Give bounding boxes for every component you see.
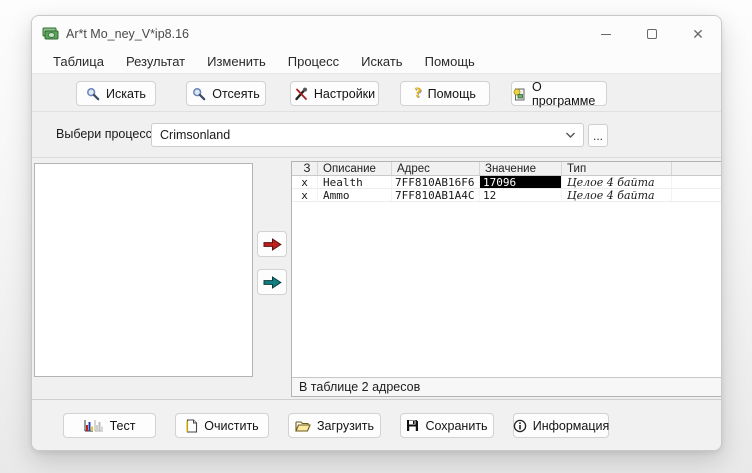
search-icon [87, 87, 100, 100]
save-button[interactable]: Сохранить [400, 413, 494, 438]
toolbar: Искать Отсеять Настройки ? Помощь О прог… [32, 74, 721, 112]
test-button[interactable]: Тест [63, 413, 156, 438]
minimize-button[interactable] [583, 16, 629, 52]
column-header-description[interactable]: Описание [318, 162, 392, 175]
chevron-down-icon [566, 132, 575, 138]
freeze-cell[interactable]: x [292, 176, 318, 188]
filter-search-icon [193, 87, 206, 100]
process-combobox-value: Crimsonland [160, 128, 231, 142]
search-button[interactable]: Искать [76, 81, 156, 106]
info-circle-icon [513, 419, 526, 432]
title-bar: Ar*t Mo_ney_V*ip8.16 ✕ [32, 16, 721, 52]
search-button-label: Искать [106, 86, 146, 101]
type-cell[interactable]: Целое 4 байта [562, 176, 672, 188]
floppy-disk-icon [407, 420, 419, 431]
process-browse-label: ... [592, 129, 603, 143]
about-button-label: О программе [532, 79, 596, 108]
tools-icon [295, 87, 307, 100]
about-icon [513, 88, 525, 100]
process-browse-button[interactable]: ... [588, 124, 608, 147]
menu-help[interactable]: Помощь [414, 52, 486, 73]
maximize-button[interactable] [629, 16, 675, 52]
minimize-icon [601, 33, 611, 35]
add-all-addresses-button[interactable] [257, 269, 287, 295]
table-header: З Описание Адрес Значение Тип [292, 162, 721, 176]
help-button[interactable]: ? Помощь [400, 81, 490, 106]
address-cell[interactable]: 7FF810AB1A4C [392, 189, 480, 201]
found-addresses-list[interactable] [34, 163, 253, 377]
settings-button-label: Настройки [313, 86, 376, 101]
close-button[interactable]: ✕ [675, 16, 721, 52]
close-icon: ✕ [692, 26, 704, 42]
menu-result[interactable]: Результат [115, 52, 196, 73]
menu-process[interactable]: Процесс [277, 52, 350, 73]
sieve-button-label: Отсеять [212, 86, 260, 101]
red-arrow-right-icon [263, 237, 282, 251]
menu-table[interactable]: Таблица [42, 52, 115, 73]
column-header-address[interactable]: Адрес [392, 162, 480, 175]
transfer-strip [253, 161, 291, 397]
add-address-button[interactable] [257, 231, 287, 257]
open-folder-icon [295, 421, 311, 432]
menu-edit[interactable]: Изменить [196, 52, 277, 73]
information-button-label: Информация [532, 418, 610, 433]
column-header-type[interactable]: Тип [562, 162, 672, 175]
main-area: З Описание Адрес Значение Тип x Health 7… [32, 158, 721, 399]
test-button-label: Тест [109, 418, 136, 433]
type-cell[interactable]: Целое 4 байта [562, 189, 672, 201]
process-label: Выбери процесс [56, 127, 152, 141]
clear-button-label: Очистить [204, 418, 259, 433]
app-window: Ar*t Mo_ney_V*ip8.16 ✕ Таблица Результат… [31, 15, 722, 451]
table-row[interactable]: x Health 7FF810AB16F6 17096 Целое 4 байт… [292, 176, 721, 189]
load-button[interactable]: Загрузить [288, 413, 381, 438]
column-header-value[interactable]: Значение [480, 162, 562, 175]
question-icon: ? [414, 85, 422, 101]
money-bills-icon [42, 27, 59, 39]
teal-arrow-right-icon [263, 275, 282, 289]
description-cell[interactable]: Ammo [318, 189, 392, 201]
bar-chart-icon [84, 420, 103, 432]
table-row[interactable]: x Ammo 7FF810AB1A4C 12 Целое 4 байта [292, 189, 721, 202]
table-status-text: В таблице 2 адресов [299, 380, 421, 394]
table-status-bar: В таблице 2 адресов [292, 377, 721, 396]
address-cell[interactable]: 7FF810AB16F6 [392, 176, 480, 188]
freeze-cell[interactable]: x [292, 189, 318, 201]
process-row: Выбери процесс Crimsonland ... [32, 112, 721, 158]
maximize-icon [647, 29, 657, 39]
column-header-freeze[interactable]: З [292, 162, 318, 175]
help-button-label: Помощь [427, 86, 476, 101]
menu-bar: Таблица Результат Изменить Процесс Искат… [32, 52, 721, 74]
information-button[interactable]: Информация [513, 413, 609, 438]
about-button[interactable]: О программе [511, 79, 607, 108]
load-button-label: Загрузить [316, 418, 375, 433]
sieve-button[interactable]: Отсеять [186, 81, 266, 106]
new-page-icon [186, 418, 198, 433]
cheat-table: З Описание Адрес Значение Тип x Health 7… [292, 162, 721, 202]
description-cell[interactable]: Health [318, 176, 392, 188]
cheat-table-panel: З Описание Адрес Значение Тип x Health 7… [291, 161, 721, 397]
window-title: Ar*t Mo_ney_V*ip8.16 [66, 27, 189, 41]
settings-button[interactable]: Настройки [290, 81, 379, 106]
bottom-bar: Тест Очистить Загрузить Сохранить Информ… [32, 399, 721, 450]
clear-button[interactable]: Очистить [175, 413, 269, 438]
value-cell[interactable]: 12 [480, 189, 562, 201]
process-combobox[interactable]: Crimsonland [151, 123, 584, 147]
save-button-label: Сохранить [425, 418, 488, 433]
menu-search[interactable]: Искать [350, 52, 414, 73]
value-cell-selected[interactable]: 17096 [480, 176, 562, 188]
